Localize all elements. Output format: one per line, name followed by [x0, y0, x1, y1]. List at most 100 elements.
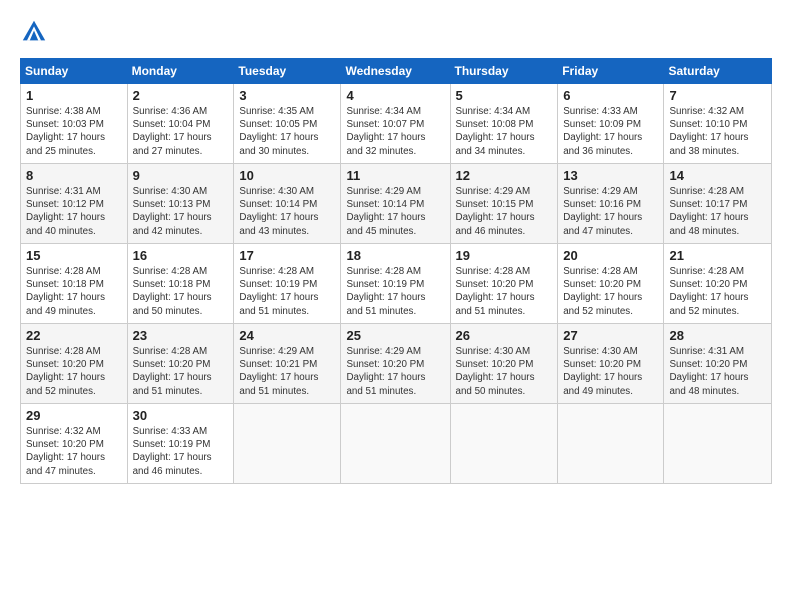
calendar-cell: 18Sunrise: 4:28 AM Sunset: 10:19 PM Dayl… [341, 244, 450, 324]
day-number: 2 [133, 88, 229, 103]
day-info: Sunrise: 4:28 AM Sunset: 10:19 PM Daylig… [239, 265, 335, 318]
day-number: 11 [346, 168, 444, 183]
day-info: Sunrise: 4:30 AM Sunset: 10:14 PM Daylig… [239, 185, 335, 238]
day-info: Sunrise: 4:31 AM Sunset: 10:12 PM Daylig… [26, 185, 122, 238]
day-number: 14 [669, 168, 766, 183]
calendar-cell: 21 Sunrise: 4:28 AM Sunset: 10:20 PM Dayl… [664, 244, 772, 324]
header [20, 18, 772, 46]
day-number: 8 [26, 168, 122, 183]
calendar-cell: 13 Sunrise: 4:29 AM Sunset: 10:16 PM Dayl… [558, 164, 664, 244]
day-number: 23 [133, 328, 229, 343]
calendar-week-4: 22 Sunrise: 4:28 AM Sunset: 10:20 PM Dayl… [21, 324, 772, 404]
day-info: Sunrise: 4:28 AM Sunset: 10:20 PM Daylig… [563, 265, 658, 318]
calendar-cell: 9 Sunrise: 4:30 AM Sunset: 10:13 PM Dayli… [127, 164, 234, 244]
day-info: Sunrise: 4:28 AM Sunset: 10:18 PM Daylig… [26, 265, 122, 318]
day-number: 29 [26, 408, 122, 423]
calendar-week-3: 15 Sunrise: 4:28 AM Sunset: 10:18 PM Dayl… [21, 244, 772, 324]
calendar-cell: 4Sunrise: 4:34 AM Sunset: 10:07 PM Dayli… [341, 84, 450, 164]
day-number: 6 [563, 88, 658, 103]
day-number: 28 [669, 328, 766, 343]
calendar-cell: 10 Sunrise: 4:30 AM Sunset: 10:14 PM Dayl… [234, 164, 341, 244]
day-info: Sunrise: 4:28 AM Sunset: 10:17 PM Daylig… [669, 185, 766, 238]
calendar-cell: 11 Sunrise: 4:29 AM Sunset: 10:14 PM Dayl… [341, 164, 450, 244]
day-number: 20 [563, 248, 658, 263]
day-info: Sunrise: 4:28 AM Sunset: 10:20 PM Daylig… [26, 345, 122, 398]
day-number: 18 [346, 248, 444, 263]
day-info: Sunrise: 4:34 AM Sunset: 10:08 PM Daylig… [456, 105, 553, 158]
day-number: 16 [133, 248, 229, 263]
calendar-week-2: 8 Sunrise: 4:31 AM Sunset: 10:12 PM Dayli… [21, 164, 772, 244]
day-info: Sunrise: 4:31 AM Sunset: 10:20 PM Daylig… [669, 345, 766, 398]
calendar-cell: 15 Sunrise: 4:28 AM Sunset: 10:18 PM Dayl… [21, 244, 128, 324]
calendar-cell: 7 Sunrise: 4:32 AM Sunset: 10:10 PM Dayli… [664, 84, 772, 164]
calendar: SundayMondayTuesdayWednesdayThursdayFrid… [20, 58, 772, 484]
calendar-cell: 3 Sunrise: 4:35 AM Sunset: 10:05 PM Dayli… [234, 84, 341, 164]
day-info: Sunrise: 4:28 AM Sunset: 10:20 PM Daylig… [133, 345, 229, 398]
calendar-cell: 8 Sunrise: 4:31 AM Sunset: 10:12 PM Dayli… [21, 164, 128, 244]
calendar-cell: 2 Sunrise: 4:36 AM Sunset: 10:04 PM Dayli… [127, 84, 234, 164]
day-number: 15 [26, 248, 122, 263]
calendar-header-thursday: Thursday [450, 59, 558, 84]
day-number: 26 [456, 328, 553, 343]
calendar-week-1: 1 Sunrise: 4:38 AM Sunset: 10:03 PM Dayli… [21, 84, 772, 164]
day-info: Sunrise: 4:32 AM Sunset: 10:10 PM Daylig… [669, 105, 766, 158]
day-number: 19 [456, 248, 553, 263]
day-number: 7 [669, 88, 766, 103]
calendar-cell: 16Sunrise: 4:28 AM Sunset: 10:18 PM Dayl… [127, 244, 234, 324]
calendar-cell: 17Sunrise: 4:28 AM Sunset: 10:19 PM Dayl… [234, 244, 341, 324]
day-number: 3 [239, 88, 335, 103]
calendar-header-wednesday: Wednesday [341, 59, 450, 84]
day-number: 4 [346, 88, 444, 103]
calendar-header-tuesday: Tuesday [234, 59, 341, 84]
calendar-cell: 22 Sunrise: 4:28 AM Sunset: 10:20 PM Dayl… [21, 324, 128, 404]
day-info: Sunrise: 4:28 AM Sunset: 10:20 PM Daylig… [669, 265, 766, 318]
calendar-cell: 30Sunrise: 4:33 AM Sunset: 10:19 PM Dayl… [127, 404, 234, 484]
day-number: 21 [669, 248, 766, 263]
calendar-cell: 28 Sunrise: 4:31 AM Sunset: 10:20 PM Dayl… [664, 324, 772, 404]
page: SundayMondayTuesdayWednesdayThursdayFrid… [0, 0, 792, 612]
day-info: Sunrise: 4:38 AM Sunset: 10:03 PM Daylig… [26, 105, 122, 158]
calendar-cell [234, 404, 341, 484]
calendar-cell: 25Sunrise: 4:29 AM Sunset: 10:20 PM Dayl… [341, 324, 450, 404]
calendar-cell: 14 Sunrise: 4:28 AM Sunset: 10:17 PM Dayl… [664, 164, 772, 244]
calendar-cell: 29 Sunrise: 4:32 AM Sunset: 10:20 PM Dayl… [21, 404, 128, 484]
calendar-cell: 19 Sunrise: 4:28 AM Sunset: 10:20 PM Dayl… [450, 244, 558, 324]
day-number: 5 [456, 88, 553, 103]
calendar-cell [664, 404, 772, 484]
calendar-header-monday: Monday [127, 59, 234, 84]
calendar-header-saturday: Saturday [664, 59, 772, 84]
day-number: 13 [563, 168, 658, 183]
logo [20, 18, 50, 46]
day-number: 12 [456, 168, 553, 183]
calendar-header-row: SundayMondayTuesdayWednesdayThursdayFrid… [21, 59, 772, 84]
day-info: Sunrise: 4:33 AM Sunset: 10:09 PM Daylig… [563, 105, 658, 158]
day-info: Sunrise: 4:29 AM Sunset: 10:16 PM Daylig… [563, 185, 658, 238]
day-number: 24 [239, 328, 335, 343]
calendar-cell: 24Sunrise: 4:29 AM Sunset: 10:21 PM Dayl… [234, 324, 341, 404]
day-number: 22 [26, 328, 122, 343]
calendar-cell: 26Sunrise: 4:30 AM Sunset: 10:20 PM Dayl… [450, 324, 558, 404]
day-info: Sunrise: 4:28 AM Sunset: 10:20 PM Daylig… [456, 265, 553, 318]
day-number: 30 [133, 408, 229, 423]
day-info: Sunrise: 4:29 AM Sunset: 10:14 PM Daylig… [346, 185, 444, 238]
calendar-cell [341, 404, 450, 484]
day-info: Sunrise: 4:32 AM Sunset: 10:20 PM Daylig… [26, 425, 122, 478]
calendar-cell: 5 Sunrise: 4:34 AM Sunset: 10:08 PM Dayli… [450, 84, 558, 164]
calendar-week-5: 29 Sunrise: 4:32 AM Sunset: 10:20 PM Dayl… [21, 404, 772, 484]
day-number: 1 [26, 88, 122, 103]
calendar-cell: 12Sunrise: 4:29 AM Sunset: 10:15 PM Dayl… [450, 164, 558, 244]
logo-icon [20, 18, 48, 46]
day-number: 25 [346, 328, 444, 343]
calendar-cell [450, 404, 558, 484]
day-number: 10 [239, 168, 335, 183]
calendar-cell: 1 Sunrise: 4:38 AM Sunset: 10:03 PM Dayli… [21, 84, 128, 164]
day-number: 9 [133, 168, 229, 183]
day-info: Sunrise: 4:36 AM Sunset: 10:04 PM Daylig… [133, 105, 229, 158]
calendar-header-sunday: Sunday [21, 59, 128, 84]
day-info: Sunrise: 4:35 AM Sunset: 10:05 PM Daylig… [239, 105, 335, 158]
day-number: 27 [563, 328, 658, 343]
day-info: Sunrise: 4:30 AM Sunset: 10:20 PM Daylig… [563, 345, 658, 398]
day-info: Sunrise: 4:30 AM Sunset: 10:13 PM Daylig… [133, 185, 229, 238]
calendar-cell: 20 Sunrise: 4:28 AM Sunset: 10:20 PM Dayl… [558, 244, 664, 324]
calendar-cell [558, 404, 664, 484]
